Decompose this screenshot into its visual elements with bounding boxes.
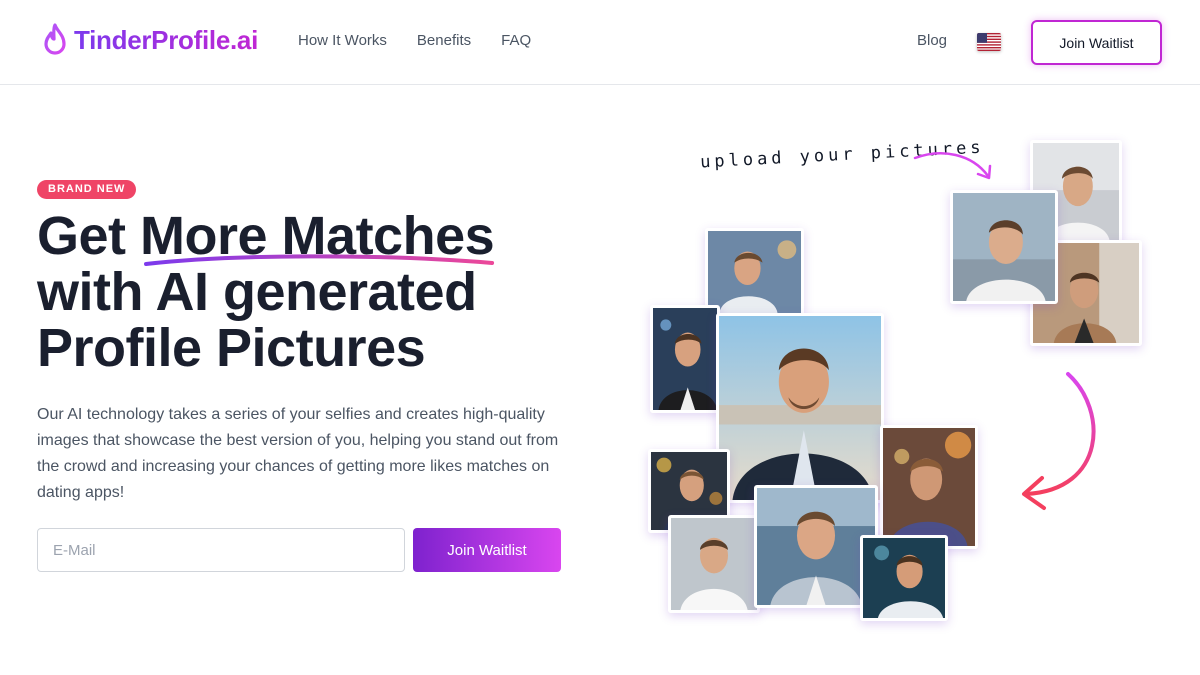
portrait-photo [668, 515, 760, 613]
main-nav: How It Works Benefits FAQ [298, 32, 531, 49]
headline-highlight: More Matches [140, 208, 495, 266]
header-join-waitlist-button[interactable]: Join Waitlist [1031, 20, 1162, 65]
logo[interactable]: TinderProfile.ai [42, 20, 258, 60]
nav-how-it-works[interactable]: How It Works [298, 32, 387, 49]
brand-name: TinderProfile.ai [74, 24, 258, 55]
hero-description: Our AI technology takes a series of your… [37, 406, 559, 501]
us-flag-icon[interactable] [977, 33, 1001, 51]
curved-arrow-right-icon [913, 152, 992, 180]
email-input[interactable] [37, 528, 405, 572]
hero-headline: Get More Matches with AI generated Profi… [37, 208, 597, 376]
flame-icon [44, 23, 66, 55]
site-header: TinderProfile.ai How It Works Benefits F… [0, 0, 1200, 85]
join-waitlist-button[interactable]: Join Waitlist [413, 528, 561, 572]
portrait-photo [950, 190, 1058, 304]
portrait-photo [880, 425, 978, 549]
headline-lead: Get [37, 206, 141, 266]
headline-tail: with AI generated Profile Pictures [37, 262, 477, 378]
nav-benefits[interactable]: Benefits [417, 32, 471, 49]
brand-new-badge: BRAND NEW [37, 180, 137, 199]
nav-blog[interactable]: Blog [917, 32, 947, 49]
curved-arrow-down-icon [1022, 372, 1096, 510]
nav-faq[interactable]: FAQ [501, 32, 531, 49]
portrait-photo [705, 228, 804, 316]
brush-underline [144, 254, 495, 266]
main-portrait-photo [716, 313, 884, 503]
portrait-photo [860, 535, 948, 621]
portrait-photo [650, 305, 720, 413]
